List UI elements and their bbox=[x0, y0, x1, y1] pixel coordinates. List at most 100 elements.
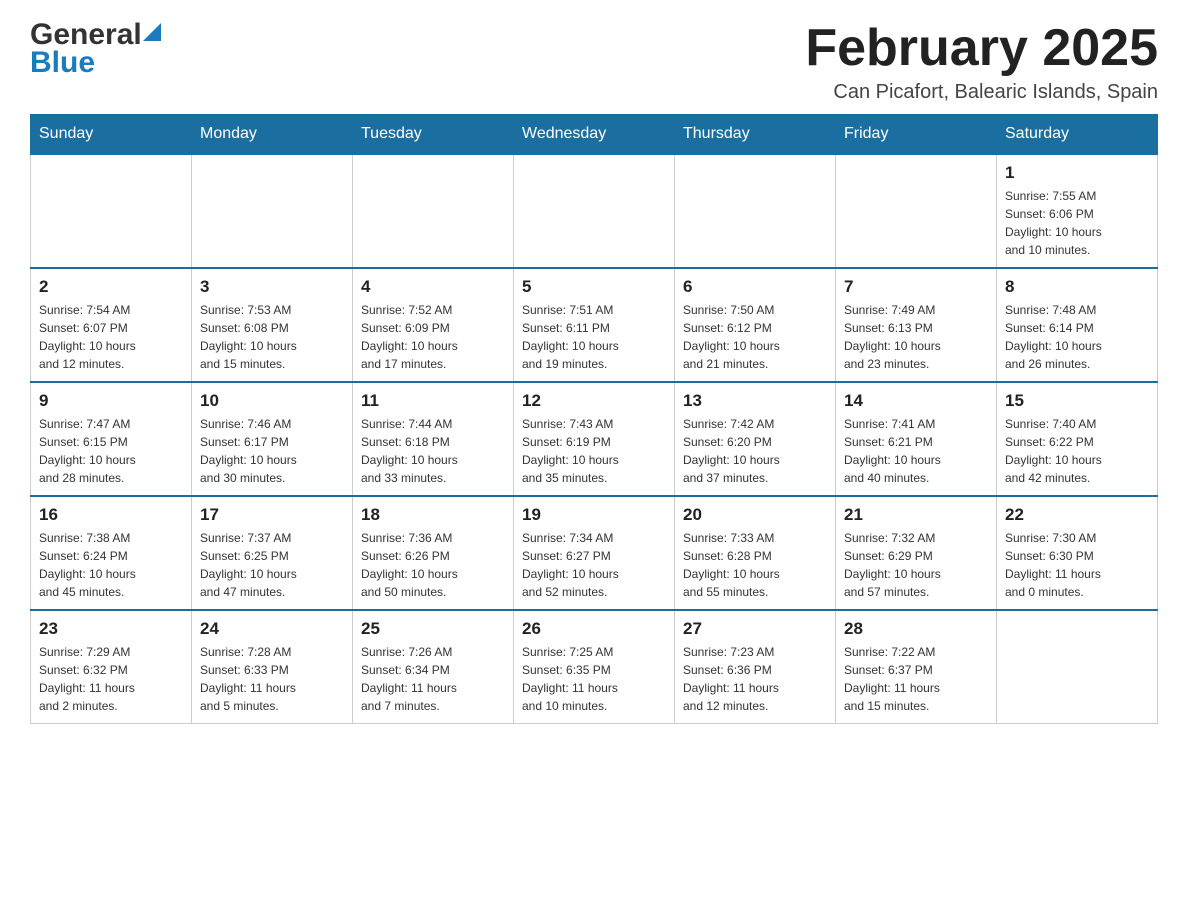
day-number: 2 bbox=[39, 277, 183, 297]
day-number: 26 bbox=[522, 619, 666, 639]
day-number: 6 bbox=[683, 277, 827, 297]
calendar-week-row: 9 Sunrise: 7:47 AMSunset: 6:15 PMDaylight… bbox=[31, 382, 1158, 496]
calendar-cell: 26Sunrise: 7:25 AMSunset: 6:35 PMDayligh… bbox=[514, 610, 675, 724]
day-number: 7 bbox=[844, 277, 988, 297]
day-info: Sunrise: 7:47 AMSunset: 6:15 PMDaylight:… bbox=[39, 415, 183, 487]
day-info: Sunrise: 7:34 AMSunset: 6:27 PMDaylight:… bbox=[522, 529, 666, 601]
day-number: 9 bbox=[39, 391, 183, 411]
day-info: Sunrise: 7:32 AMSunset: 6:29 PMDaylight:… bbox=[844, 529, 988, 601]
day-info: Sunrise: 7:23 AMSunset: 6:36 PMDaylight:… bbox=[683, 643, 827, 715]
day-info: Sunrise: 7:48 AMSunset: 6:14 PMDaylight:… bbox=[1005, 301, 1149, 373]
calendar-week-row: 16 Sunrise: 7:38 AMSunset: 6:24 PMDayligh… bbox=[31, 496, 1158, 610]
day-number: 5 bbox=[522, 277, 666, 297]
calendar-cell: 17 Sunrise: 7:37 AMSunset: 6:25 PMDayligh… bbox=[192, 496, 353, 610]
calendar-cell: 14 Sunrise: 7:41 AMSunset: 6:21 PMDayligh… bbox=[836, 382, 997, 496]
day-info: Sunrise: 7:51 AMSunset: 6:11 PMDaylight:… bbox=[522, 301, 666, 373]
calendar-cell: 9 Sunrise: 7:47 AMSunset: 6:15 PMDaylight… bbox=[31, 382, 192, 496]
day-number: 3 bbox=[200, 277, 344, 297]
day-info: Sunrise: 7:36 AMSunset: 6:26 PMDaylight:… bbox=[361, 529, 505, 601]
calendar-cell bbox=[353, 154, 514, 268]
calendar-cell: 23 Sunrise: 7:29 AMSunset: 6:32 PMDayligh… bbox=[31, 610, 192, 724]
day-info: Sunrise: 7:54 AMSunset: 6:07 PMDaylight:… bbox=[39, 301, 183, 373]
calendar-cell: 6 Sunrise: 7:50 AMSunset: 6:12 PMDaylight… bbox=[675, 268, 836, 382]
calendar-cell: 22Sunrise: 7:30 AMSunset: 6:30 PMDayligh… bbox=[997, 496, 1158, 610]
day-number: 28 bbox=[844, 619, 988, 639]
day-number: 11 bbox=[361, 391, 505, 411]
day-info: Sunrise: 7:22 AMSunset: 6:37 PMDaylight:… bbox=[844, 643, 988, 715]
calendar-cell bbox=[997, 610, 1158, 724]
calendar-cell: 21 Sunrise: 7:32 AMSunset: 6:29 PMDayligh… bbox=[836, 496, 997, 610]
day-info: Sunrise: 7:46 AMSunset: 6:17 PMDaylight:… bbox=[200, 415, 344, 487]
calendar-cell bbox=[836, 154, 997, 268]
day-number: 1 bbox=[1005, 163, 1149, 183]
day-info: Sunrise: 7:55 AMSunset: 6:06 PMDaylight:… bbox=[1005, 187, 1149, 259]
day-info: Sunrise: 7:50 AMSunset: 6:12 PMDaylight:… bbox=[683, 301, 827, 373]
day-info: Sunrise: 7:53 AMSunset: 6:08 PMDaylight:… bbox=[200, 301, 344, 373]
calendar-cell bbox=[514, 154, 675, 268]
day-number: 13 bbox=[683, 391, 827, 411]
title-section: February 2025 Can Picafort, Balearic Isl… bbox=[805, 20, 1158, 104]
main-title: February 2025 bbox=[805, 20, 1158, 77]
day-info: Sunrise: 7:33 AMSunset: 6:28 PMDaylight:… bbox=[683, 529, 827, 601]
day-number: 24 bbox=[200, 619, 344, 639]
day-number: 19 bbox=[522, 505, 666, 525]
day-number: 16 bbox=[39, 505, 183, 525]
day-info: Sunrise: 7:29 AMSunset: 6:32 PMDaylight:… bbox=[39, 643, 183, 715]
day-info: Sunrise: 7:37 AMSunset: 6:25 PMDaylight:… bbox=[200, 529, 344, 601]
calendar-header-thursday: Thursday bbox=[675, 115, 836, 155]
day-info: Sunrise: 7:52 AMSunset: 6:09 PMDaylight:… bbox=[361, 301, 505, 373]
day-number: 12 bbox=[522, 391, 666, 411]
calendar-cell: 5 Sunrise: 7:51 AMSunset: 6:11 PMDaylight… bbox=[514, 268, 675, 382]
day-info: Sunrise: 7:26 AMSunset: 6:34 PMDaylight:… bbox=[361, 643, 505, 715]
day-number: 4 bbox=[361, 277, 505, 297]
calendar-header-sunday: Sunday bbox=[31, 115, 192, 155]
calendar-cell: 10 Sunrise: 7:46 AMSunset: 6:17 PMDayligh… bbox=[192, 382, 353, 496]
day-number: 25 bbox=[361, 619, 505, 639]
logo: General Blue bbox=[30, 20, 161, 78]
calendar-header-tuesday: Tuesday bbox=[353, 115, 514, 155]
calendar-cell: 19 Sunrise: 7:34 AMSunset: 6:27 PMDayligh… bbox=[514, 496, 675, 610]
calendar-cell: 16 Sunrise: 7:38 AMSunset: 6:24 PMDayligh… bbox=[31, 496, 192, 610]
calendar-header-wednesday: Wednesday bbox=[514, 115, 675, 155]
calendar-week-row: 1 Sunrise: 7:55 AMSunset: 6:06 PMDaylight… bbox=[31, 154, 1158, 268]
calendar-cell: 28 Sunrise: 7:22 AMSunset: 6:37 PMDayligh… bbox=[836, 610, 997, 724]
day-number: 23 bbox=[39, 619, 183, 639]
calendar-header-monday: Monday bbox=[192, 115, 353, 155]
calendar-cell: 11 Sunrise: 7:44 AMSunset: 6:18 PMDayligh… bbox=[353, 382, 514, 496]
day-number: 10 bbox=[200, 391, 344, 411]
calendar-cell: 25 Sunrise: 7:26 AMSunset: 6:34 PMDayligh… bbox=[353, 610, 514, 724]
calendar-cell: 18Sunrise: 7:36 AMSunset: 6:26 PMDayligh… bbox=[353, 496, 514, 610]
day-number: 21 bbox=[844, 505, 988, 525]
page-header: General Blue February 2025 Can Picafort,… bbox=[30, 20, 1158, 104]
day-number: 27 bbox=[683, 619, 827, 639]
calendar-cell: 12 Sunrise: 7:43 AMSunset: 6:19 PMDayligh… bbox=[514, 382, 675, 496]
calendar-cell: 7 Sunrise: 7:49 AMSunset: 6:13 PMDaylight… bbox=[836, 268, 997, 382]
calendar-cell bbox=[192, 154, 353, 268]
calendar-cell: 20 Sunrise: 7:33 AMSunset: 6:28 PMDayligh… bbox=[675, 496, 836, 610]
calendar-header-row: SundayMondayTuesdayWednesdayThursdayFrid… bbox=[31, 115, 1158, 155]
day-number: 20 bbox=[683, 505, 827, 525]
day-number: 8 bbox=[1005, 277, 1149, 297]
day-info: Sunrise: 7:49 AMSunset: 6:13 PMDaylight:… bbox=[844, 301, 988, 373]
day-number: 14 bbox=[844, 391, 988, 411]
day-info: Sunrise: 7:28 AMSunset: 6:33 PMDaylight:… bbox=[200, 643, 344, 715]
day-info: Sunrise: 7:38 AMSunset: 6:24 PMDaylight:… bbox=[39, 529, 183, 601]
calendar-cell bbox=[31, 154, 192, 268]
day-number: 17 bbox=[200, 505, 344, 525]
day-number: 15 bbox=[1005, 391, 1149, 411]
calendar-header-saturday: Saturday bbox=[997, 115, 1158, 155]
day-info: Sunrise: 7:30 AMSunset: 6:30 PMDaylight:… bbox=[1005, 529, 1149, 601]
calendar-cell: 1 Sunrise: 7:55 AMSunset: 6:06 PMDaylight… bbox=[997, 154, 1158, 268]
calendar-cell: 4 Sunrise: 7:52 AMSunset: 6:09 PMDaylight… bbox=[353, 268, 514, 382]
day-info: Sunrise: 7:42 AMSunset: 6:20 PMDaylight:… bbox=[683, 415, 827, 487]
day-info: Sunrise: 7:43 AMSunset: 6:19 PMDaylight:… bbox=[522, 415, 666, 487]
calendar-cell: 8 Sunrise: 7:48 AMSunset: 6:14 PMDaylight… bbox=[997, 268, 1158, 382]
calendar-cell: 13 Sunrise: 7:42 AMSunset: 6:20 PMDayligh… bbox=[675, 382, 836, 496]
calendar-cell: 2 Sunrise: 7:54 AMSunset: 6:07 PMDaylight… bbox=[31, 268, 192, 382]
calendar-week-row: 2 Sunrise: 7:54 AMSunset: 6:07 PMDaylight… bbox=[31, 268, 1158, 382]
calendar-cell: 15 Sunrise: 7:40 AMSunset: 6:22 PMDayligh… bbox=[997, 382, 1158, 496]
calendar-cell: 3 Sunrise: 7:53 AMSunset: 6:08 PMDaylight… bbox=[192, 268, 353, 382]
day-info: Sunrise: 7:44 AMSunset: 6:18 PMDaylight:… bbox=[361, 415, 505, 487]
day-info: Sunrise: 7:40 AMSunset: 6:22 PMDaylight:… bbox=[1005, 415, 1149, 487]
day-info: Sunrise: 7:41 AMSunset: 6:21 PMDaylight:… bbox=[844, 415, 988, 487]
